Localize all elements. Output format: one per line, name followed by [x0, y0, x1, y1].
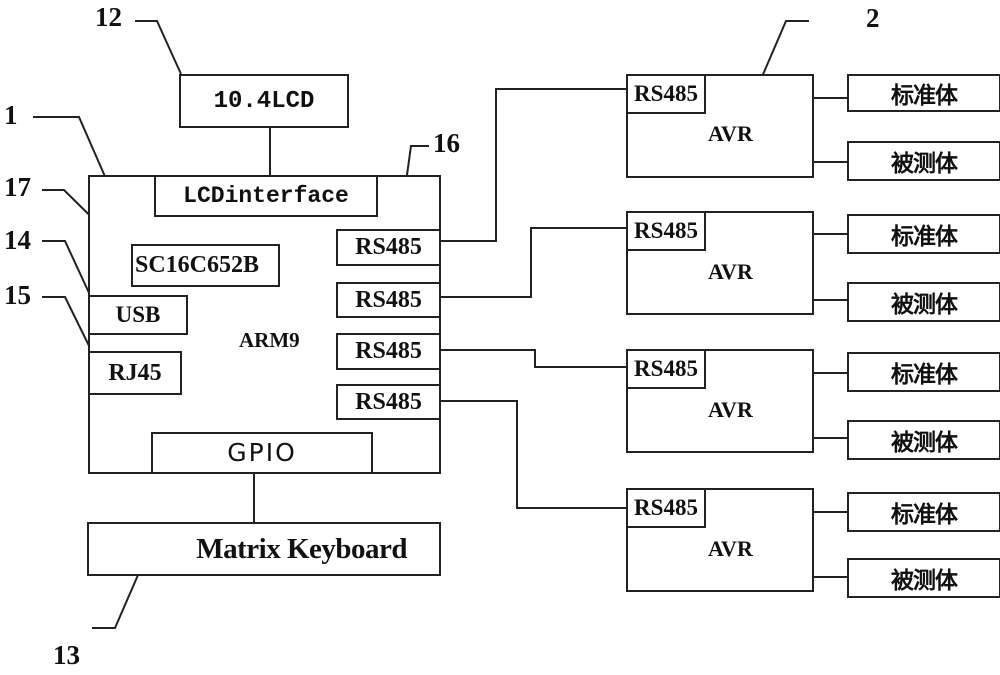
sc16c652b-box: SC16C652B	[131, 244, 280, 287]
arm-rs485-label: RS485	[355, 234, 422, 260]
sc16c652b-label: SC16C652B	[135, 252, 260, 278]
avr-rs485-label: RS485	[634, 495, 698, 520]
tested-body-box: 被测体	[847, 558, 1000, 598]
callout-15: 15	[4, 280, 31, 310]
arm-rs485-label: RS485	[355, 388, 422, 415]
avr-rs485-port: RS485	[626, 74, 706, 114]
bus-line-4	[440, 400, 627, 509]
arm-rs485-port-2: RS485	[336, 282, 441, 318]
avr-label: AVR	[708, 259, 753, 284]
avr-rs485-port: RS485	[626, 349, 706, 389]
standard-body-label: 标准体	[891, 362, 958, 388]
rj45-box: RJ45	[88, 351, 182, 395]
arm-rs485-label: RS485	[355, 338, 422, 364]
gpio-box: GPIO	[151, 432, 373, 474]
rj45-label: RJ45	[108, 359, 162, 386]
tested-body-box: 被测体	[847, 420, 1000, 460]
avr-rs485-label: RS485	[634, 356, 698, 381]
gpio-label: GPIO	[227, 438, 297, 467]
matrix-keyboard-label: Matrix Keyboard	[196, 532, 407, 565]
arm-rs485-port-1: RS485	[336, 229, 441, 266]
bus-line-3	[440, 349, 627, 368]
avr-label: AVR	[708, 121, 753, 146]
leader-12	[135, 20, 182, 75]
avr-rs485-label: RS485	[634, 218, 698, 243]
callout-13: 13	[53, 640, 80, 670]
arm9-label: ARM9	[239, 328, 300, 352]
tested-body-box: 被测体	[847, 282, 1000, 322]
avr-rs485-port: RS485	[626, 488, 706, 528]
tested-body-label: 被测体	[891, 292, 958, 318]
arm-rs485-port-3: RS485	[336, 333, 441, 370]
lcd-display-box: 10.4LCD	[179, 74, 349, 128]
standard-body-box: 标准体	[847, 352, 1000, 392]
lcd-display-label: 10.4LCD	[213, 87, 315, 115]
callout-16: 16	[433, 128, 460, 158]
bus-line-1	[440, 88, 627, 242]
tested-body-label: 被测体	[891, 430, 958, 456]
usb-box: USB	[88, 295, 188, 335]
tested-body-label: 被测体	[891, 151, 958, 177]
callout-12: 12	[95, 2, 122, 32]
callout-1: 1	[4, 100, 18, 130]
callout-14: 14	[4, 225, 31, 255]
bus-line-2	[440, 227, 627, 298]
standard-body-box: 标准体	[847, 492, 1000, 532]
arm-rs485-label: RS485	[355, 286, 422, 313]
avr-rs485-label: RS485	[634, 81, 698, 106]
lcd-interface-box: LCDinterface	[154, 175, 378, 217]
callout-17: 17	[4, 172, 31, 202]
standard-body-box: 标准体	[847, 214, 1000, 254]
standard-body-box: 标准体	[847, 74, 1000, 112]
usb-label: USB	[115, 302, 161, 327]
leader-13	[92, 574, 139, 629]
avr-rs485-port: RS485	[626, 211, 706, 251]
matrix-keyboard-box: Matrix Keyboard	[87, 522, 441, 576]
callout-2: 2	[866, 3, 880, 33]
lcd-interface-label: LCDinterface	[183, 183, 349, 209]
tested-body-label: 被测体	[891, 568, 958, 594]
standard-body-label: 标准体	[891, 83, 958, 109]
standard-body-label: 标准体	[891, 502, 958, 528]
tested-body-box: 被测体	[847, 141, 1000, 181]
avr-label: AVR	[708, 397, 753, 422]
avr-label: AVR	[708, 536, 753, 561]
standard-body-label: 标准体	[891, 224, 958, 250]
arm-rs485-port-4: RS485	[336, 384, 441, 420]
